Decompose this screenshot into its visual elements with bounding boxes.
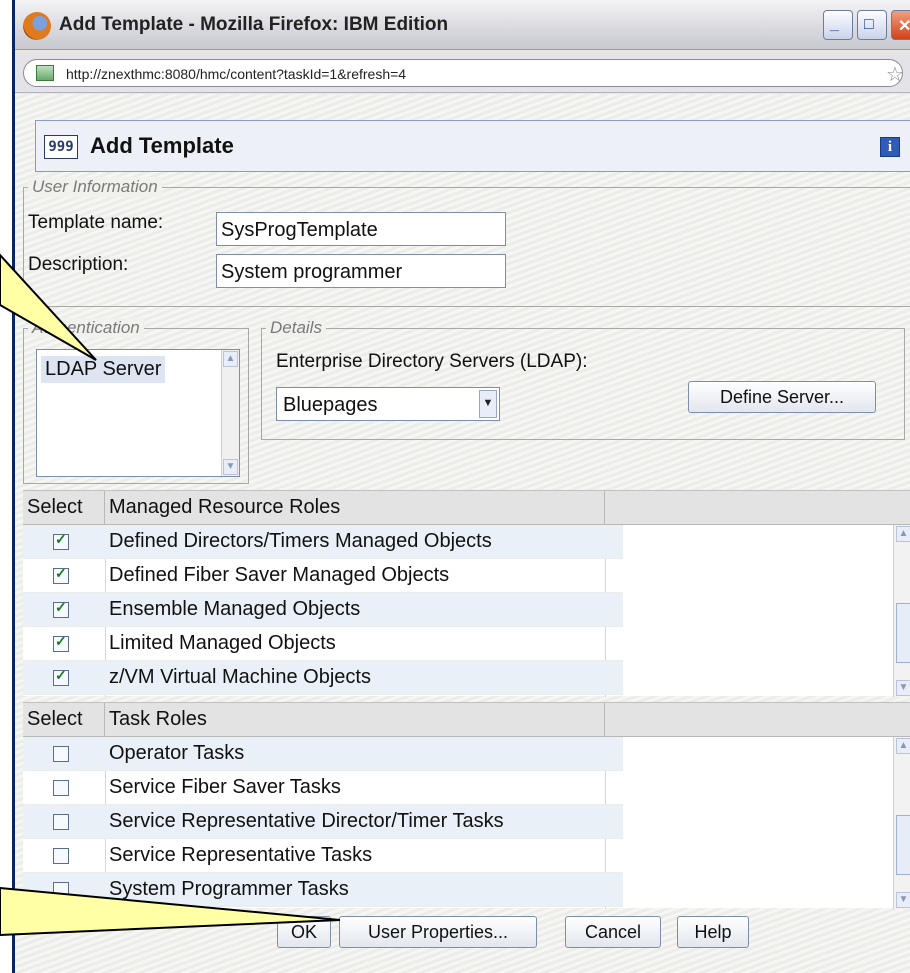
table-row[interactable]: System Programmer Tasks [23, 873, 623, 907]
row-checkbox[interactable] [53, 814, 69, 830]
firefox-icon [23, 12, 51, 40]
table-row[interactable]: ✓ Ensemble Managed Objects [23, 593, 623, 627]
scroll-up-icon[interactable]: ▲ [896, 526, 910, 542]
row-label: Ensemble Managed Objects [109, 598, 361, 620]
row-label: Defined Directors/Timers Managed Objects [109, 530, 492, 552]
help-button[interactable]: Help [677, 916, 749, 948]
managed-resource-roles-table: Select Managed Resource Roles ✓ Defined … [23, 490, 910, 697]
define-server-button[interactable]: Define Server... [688, 381, 876, 413]
checkmark-icon: ✓ [55, 565, 67, 581]
authentication-option-ldap[interactable]: LDAP Server [41, 356, 166, 383]
template-icon: 999 [44, 135, 78, 159]
table-row[interactable]: ✓ Limited Managed Objects [23, 627, 623, 661]
ldap-servers-label: Enterprise Directory Servers (LDAP): [276, 351, 588, 372]
details-legend: Details [266, 318, 326, 338]
task-roles-body: Operator Tasks Service Fiber Saver Tasks… [23, 737, 910, 909]
template-name-label: Template name: [28, 212, 164, 233]
row-checkbox[interactable]: ✓ [53, 633, 69, 652]
ok-button[interactable]: OK [277, 916, 331, 948]
table-row[interactable]: ✓ z/VM Virtual Machine Objects [23, 661, 623, 695]
row-checkbox[interactable] [53, 848, 69, 864]
task-roles-table: Select Task Roles Operator Tasks Service… [23, 702, 910, 909]
row-label: Limited Managed Objects [109, 632, 336, 654]
table-row[interactable]: ✓ Defined Fiber Saver Managed Objects [23, 559, 623, 593]
window-title: Add Template - Mozilla Firefox: IBM Edit… [59, 14, 449, 35]
site-icon [36, 65, 54, 81]
maximize-button[interactable]: □ [857, 10, 887, 40]
dialog-buttons: OK User Properties... Cancel Help [15, 916, 910, 956]
row-checkbox[interactable]: ✓ [53, 667, 69, 686]
row-label: Defined Fiber Saver Managed Objects [109, 564, 450, 586]
scroll-down-icon[interactable]: ▼ [896, 680, 910, 696]
table-row[interactable]: ✓ Defined Directors/Timers Managed Objec… [23, 525, 623, 559]
table-row[interactable]: Service Fiber Saver Tasks [23, 771, 623, 805]
table-row[interactable]: Service Representative Director/Timer Ta… [23, 805, 623, 839]
scroll-down-icon[interactable]: ▼ [896, 892, 910, 908]
authentication-listbox[interactable]: LDAP Server ▲ ▼ [36, 349, 240, 477]
managed-resource-roles-header: Select Managed Resource Roles [23, 491, 910, 525]
row-checkbox[interactable] [53, 746, 69, 762]
description-input[interactable]: System programmer [216, 254, 506, 288]
maximize-icon: □ [864, 16, 874, 33]
task-roles-column-header[interactable]: Task Roles [105, 703, 605, 737]
row-checkbox[interactable]: ✓ [53, 565, 69, 584]
minimize-button[interactable]: _ [823, 10, 853, 40]
title-bar[interactable]: Add Template - Mozilla Firefox: IBM Edit… [15, 0, 910, 50]
checkmark-icon: ✓ [55, 633, 67, 649]
row-checkbox[interactable]: ✓ [53, 599, 69, 618]
description-label: Description: [28, 254, 129, 275]
bookmark-star-icon[interactable]: ☆ [886, 62, 904, 87]
table-row[interactable]: Operator Tasks [23, 737, 623, 771]
scroll-up-icon[interactable]: ▲ [223, 351, 238, 367]
listbox-scrollbar[interactable]: ▲ ▼ [221, 350, 239, 476]
browser-window: Add Template - Mozilla Firefox: IBM Edit… [12, 0, 910, 973]
dialog-content: 999 Add Template i User Information Temp… [15, 94, 910, 973]
chevron-down-icon[interactable]: ▼ [479, 390, 497, 418]
row-checkbox[interactable] [53, 882, 69, 898]
scrollbar-thumb[interactable] [896, 815, 910, 875]
close-button[interactable]: ✕ [891, 10, 910, 40]
row-label: Service Fiber Saver Tasks [109, 776, 341, 798]
row-checkbox[interactable] [53, 780, 69, 796]
minimize-icon: _ [830, 16, 839, 33]
authentication-group: Authentication LDAP Server ▲ ▼ [23, 318, 249, 484]
details-group: Details Enterprise Directory Servers (LD… [261, 318, 905, 440]
address-bar-area: http://znexthmc:8080/hmc/content?taskId=… [15, 51, 910, 93]
ldap-server-select[interactable]: Bluepages ▼ [276, 387, 500, 421]
row-label: z/VM Virtual Machine Objects [109, 666, 371, 688]
dialog-header: 999 Add Template i [35, 120, 910, 172]
task-roles-header: Select Task Roles [23, 703, 910, 737]
scroll-down-icon[interactable]: ▼ [223, 459, 238, 475]
select-column-header[interactable]: Select [23, 703, 105, 737]
ldap-server-selected: Bluepages [283, 394, 378, 416]
user-properties-button[interactable]: User Properties... [339, 916, 537, 948]
managed-resource-roles-column-header[interactable]: Managed Resource Roles [105, 491, 605, 525]
managed-resource-roles-body: ✓ Defined Directors/Timers Managed Objec… [23, 525, 910, 697]
table-row[interactable]: Service Representative Tasks [23, 839, 623, 873]
checkmark-icon: ✓ [55, 599, 67, 615]
checkmark-icon: ✓ [55, 667, 67, 683]
task-roles-scrollbar[interactable]: ▲ ▼ [893, 737, 910, 909]
row-label: Service Representative Tasks [109, 844, 373, 866]
template-name-input[interactable]: SysProgTemplate [216, 212, 506, 246]
dialog-title: Add Template [90, 133, 234, 158]
row-label: Operator Tasks [109, 742, 245, 764]
user-information-legend: User Information [28, 177, 162, 197]
scrollbar-thumb[interactable] [896, 603, 910, 663]
authentication-legend: Authentication [28, 318, 144, 338]
scroll-up-icon[interactable]: ▲ [896, 738, 910, 754]
info-icon[interactable]: i [880, 137, 900, 157]
cancel-button[interactable]: Cancel [565, 916, 661, 948]
row-checkbox[interactable]: ✓ [53, 531, 69, 550]
row-label: Service Representative Director/Timer Ta… [109, 810, 504, 832]
row-label: System Programmer Tasks [109, 878, 349, 900]
checkmark-icon: ✓ [55, 531, 67, 547]
address-bar[interactable]: http://znexthmc:8080/hmc/content?taskId=… [23, 59, 904, 87]
user-information-group: User Information Template name: SysProgT… [23, 177, 910, 307]
url-text: http://znexthmc:8080/hmc/content?taskId=… [66, 66, 407, 82]
managed-roles-scrollbar[interactable]: ▲ ▼ [893, 525, 910, 697]
close-icon: ✕ [898, 18, 910, 35]
select-column-header[interactable]: Select [23, 491, 105, 525]
